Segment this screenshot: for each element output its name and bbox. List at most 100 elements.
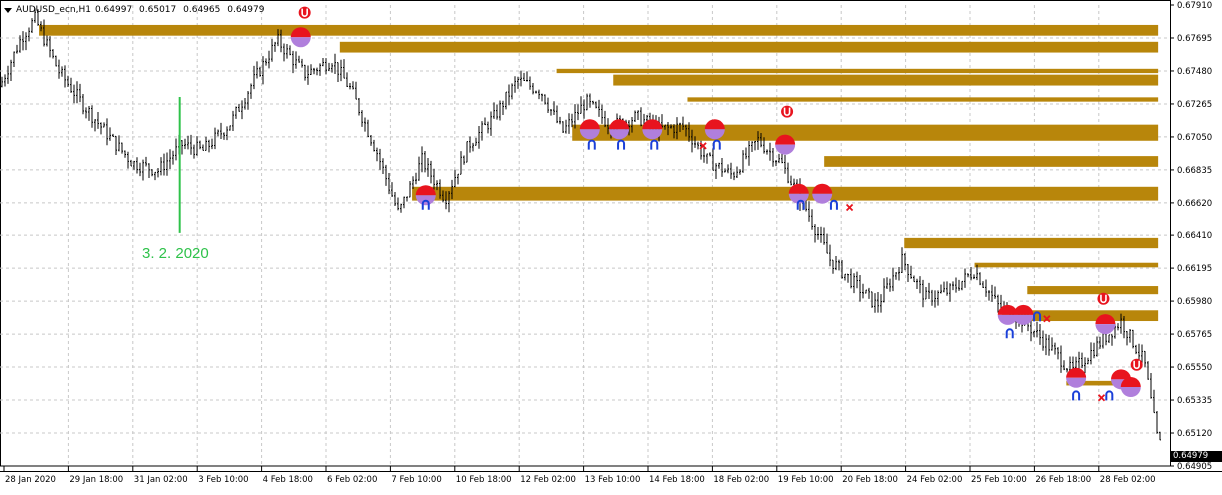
price-tick-label: 0.66835 bbox=[1177, 166, 1212, 176]
current-price-tag: 0.64979 bbox=[1170, 451, 1222, 462]
supply-demand-zone bbox=[974, 262, 1159, 268]
signal-circle-marker bbox=[812, 183, 833, 204]
time-tick-label: 28 Jan 2020 bbox=[5, 475, 56, 485]
signal-circle-marker bbox=[579, 119, 600, 140]
price-tick-label: 0.67265 bbox=[1177, 100, 1212, 110]
price-tick-label: 0.66620 bbox=[1177, 199, 1212, 209]
buy-arrow-icon bbox=[712, 139, 721, 150]
supply-demand-zone bbox=[904, 237, 1159, 249]
time-tick-label: 14 Feb 18:00 bbox=[649, 475, 705, 485]
signal-circle-bottom bbox=[290, 37, 311, 48]
signal-circle-marker bbox=[775, 134, 796, 155]
buy-arrow-shape bbox=[796, 199, 805, 210]
price-tick-label: 0.65550 bbox=[1177, 363, 1212, 373]
date-annotation: 3. 2. 2020 bbox=[142, 245, 209, 262]
sell-arrow-icon bbox=[1097, 292, 1110, 305]
time-tick-label: 19 Feb 10:00 bbox=[778, 475, 834, 485]
symbol-menu-icon[interactable] bbox=[4, 7, 12, 13]
buy-arrow-shape bbox=[712, 139, 721, 150]
time-tick-label: 10 Feb 18:00 bbox=[456, 475, 512, 485]
signal-circle-marker bbox=[704, 119, 725, 140]
buy-arrow-shape bbox=[650, 139, 659, 150]
signal-circle-top bbox=[812, 183, 833, 194]
sell-arrow-icon bbox=[298, 6, 311, 19]
supply-demand-zone bbox=[339, 41, 1159, 53]
time-tick-label: 24 Feb 02:00 bbox=[907, 475, 963, 485]
supply-demand-zone bbox=[1027, 286, 1159, 295]
signal-circle-top bbox=[1013, 304, 1034, 315]
low-value: 0.64965 bbox=[183, 5, 221, 15]
time-tick-label: 18 Feb 02:00 bbox=[713, 475, 769, 485]
buy-arrow-shape bbox=[829, 199, 838, 210]
buy-arrow-icon bbox=[829, 199, 838, 210]
price-tick-label: 0.65120 bbox=[1177, 429, 1212, 439]
signal-circle-bottom bbox=[775, 144, 796, 155]
chart-header: AUDUSD_ecn,H1 0.64997 0.65017 0.64965 0.… bbox=[4, 3, 268, 17]
signal-circle-marker bbox=[1120, 376, 1141, 397]
time-tick-label: 28 Feb 02:00 bbox=[1100, 475, 1156, 485]
time-tick-label: 13 Feb 10:00 bbox=[585, 475, 641, 485]
buy-arrow-icon bbox=[650, 139, 659, 150]
buy-arrow-icon bbox=[796, 199, 805, 210]
signal-circle-top bbox=[704, 119, 725, 130]
supply-demand-zone bbox=[412, 186, 1159, 201]
price-tick-label: 0.65980 bbox=[1177, 297, 1212, 307]
sell-arrow-icon bbox=[781, 105, 794, 118]
chart-root: 0.67910 0.67695 0.67480 0.67265 0.67050 0.668… bbox=[0, 0, 1222, 491]
symbol-label: AUDUSD_ecn,H1 bbox=[16, 5, 91, 15]
ohlc-values: 0.64997 0.65017 0.64965 0.64979 bbox=[95, 5, 269, 15]
sell-arrow-icon bbox=[1130, 358, 1143, 371]
signal-circle-top bbox=[788, 183, 809, 194]
buy-arrow-icon bbox=[1105, 390, 1114, 401]
signal-circle-bottom bbox=[1066, 377, 1087, 388]
close-cross-icon bbox=[1097, 394, 1106, 402]
signal-circle-marker bbox=[609, 119, 630, 140]
buy-arrow-shape bbox=[617, 139, 626, 150]
time-tick-label: 31 Jan 02:00 bbox=[134, 475, 188, 485]
price-tick-label: 0.65335 bbox=[1177, 396, 1212, 406]
signal-circle-marker bbox=[1095, 314, 1116, 335]
supply-demand-zone bbox=[39, 24, 1159, 36]
time-tick-label: 6 Feb 02:00 bbox=[327, 475, 377, 485]
supply-demand-zone bbox=[556, 68, 1159, 74]
buy-arrow-icon bbox=[1072, 390, 1081, 401]
signal-circle-bottom bbox=[812, 193, 833, 204]
time-tick-label: 25 Feb 10:00 bbox=[971, 475, 1027, 485]
time-tick-label: 20 Feb 18:00 bbox=[842, 475, 898, 485]
signal-circle-top bbox=[579, 119, 600, 130]
buy-arrow-icon bbox=[587, 139, 596, 150]
time-tick-label: 7 Feb 10:00 bbox=[391, 475, 441, 485]
signal-circle-top bbox=[1066, 367, 1087, 378]
signal-circle-marker bbox=[290, 27, 311, 48]
close-value: 0.64979 bbox=[227, 5, 265, 15]
open-value: 0.64997 bbox=[94, 5, 133, 15]
price-tick-label: 0.66410 bbox=[1177, 231, 1212, 241]
supply-demand-zone bbox=[687, 97, 1159, 102]
price-tick-label: 0.66195 bbox=[1177, 264, 1212, 274]
buy-arrow-shape bbox=[1005, 328, 1014, 339]
signal-circle-marker bbox=[1066, 367, 1087, 388]
price-tick-label: 0.67050 bbox=[1177, 133, 1212, 143]
close-cross-icon bbox=[845, 203, 854, 212]
time-tick-label: 4 Feb 18:00 bbox=[263, 475, 313, 485]
signal-circle-top bbox=[415, 185, 436, 196]
supply-demand-zone bbox=[613, 74, 1159, 86]
supply-demand-zone bbox=[824, 156, 1159, 167]
time-tick-label: 29 Jan 18:00 bbox=[69, 475, 123, 485]
time-tick-label: 3 Feb 10:00 bbox=[198, 475, 248, 485]
time-tick-label: 26 Feb 18:00 bbox=[1035, 475, 1091, 485]
signal-circle-bottom bbox=[1120, 386, 1141, 397]
buy-arrow-icon bbox=[1005, 328, 1014, 339]
high-value: 0.65017 bbox=[139, 5, 177, 15]
price-tick-label: 0.64905 bbox=[1177, 462, 1212, 472]
price-tick-label: 0.67910 bbox=[1177, 1, 1212, 11]
price-tick-label: 0.65765 bbox=[1177, 330, 1212, 340]
signal-circle-marker bbox=[1013, 304, 1034, 325]
time-tick-label: 12 Feb 02:00 bbox=[520, 475, 576, 485]
buy-arrow-shape bbox=[1072, 390, 1081, 401]
signal-circle-marker bbox=[415, 185, 436, 206]
buy-arrow-shape bbox=[1105, 390, 1114, 401]
buy-arrow-icon bbox=[617, 139, 626, 150]
signal-circle-bottom bbox=[1095, 324, 1116, 335]
signal-circle-marker bbox=[642, 119, 663, 140]
